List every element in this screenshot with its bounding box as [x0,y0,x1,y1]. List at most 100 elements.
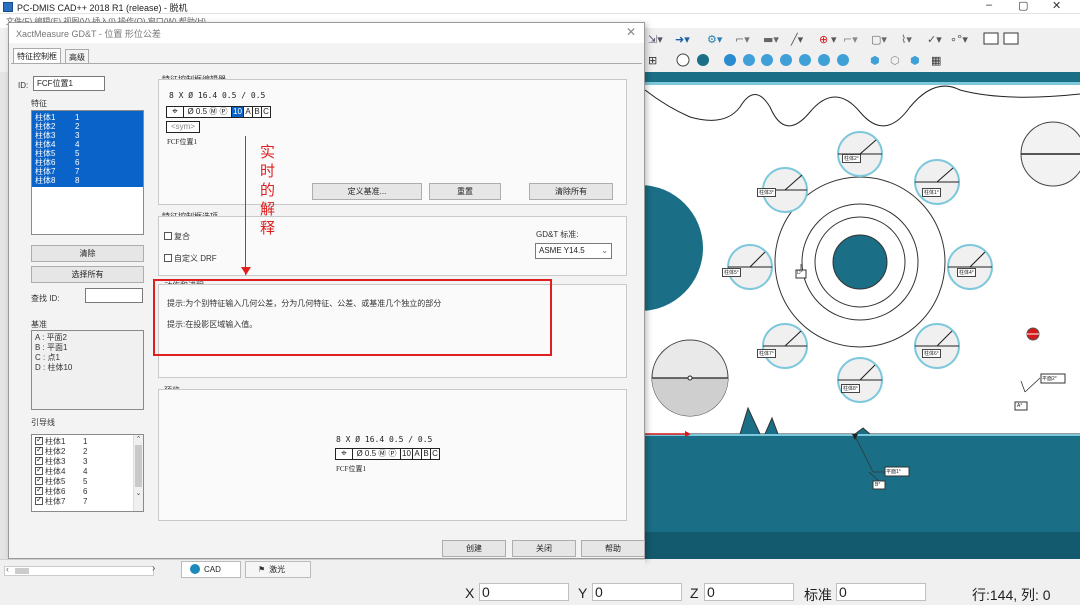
leader-list[interactable]: 柱体1 1 柱体2 2 柱体3 3 柱体4 4 柱体5 5 柱体6 6 柱体7 7 ⌃ ⌄ [31,434,144,512]
datum-tag-b[interactable]: B° [875,482,880,488]
datum-tag-d[interactable]: D° [797,270,803,276]
hole-tag[interactable]: 柱体6° [922,349,941,358]
feature-list-item[interactable]: 柱体1 1 [32,113,143,122]
fcf-datum-c[interactable]: C [261,106,271,118]
feature-list-item[interactable]: 柱体5 5 [32,149,143,158]
hole-tag[interactable]: 柱体5° [722,268,741,277]
datum-tag-a[interactable]: A° [1017,403,1022,409]
leader-number: 2 [83,447,88,456]
leader-number: 1 [83,437,88,446]
create-button[interactable]: 创建 [442,540,506,557]
leader-name: 柱体4 [45,467,66,476]
datum-list[interactable]: A : 平面2 B : 平面1 C : 点1 D : 柱体10 [31,330,144,410]
svg-text:⊞: ⊞ [648,54,657,67]
gdt-standard-label: GD&T 标准: [536,230,579,239]
checkbox-icon[interactable] [35,455,43,465]
feature-list-item[interactable]: 柱体4 4 [32,140,143,149]
hole-tag[interactable]: 柱体1° [922,188,941,197]
feature-list-item[interactable]: 柱体8 8 [32,176,143,185]
close-button[interactable]: ✕ [1052,0,1061,12]
plane-tag[interactable]: 平面2° [1042,375,1057,382]
help-button[interactable]: 帮助 [581,540,645,557]
checkbox-icon[interactable] [35,435,43,445]
plane-tag[interactable]: 平面1° [886,468,901,475]
feature-list-item[interactable]: 柱体6 6 [32,158,143,167]
close-dialog-button[interactable]: 关闭 [512,540,576,557]
title-bar: PC-DMIS CAD++ 2018 R1 (release) - 脱机 – ▢… [0,0,1080,14]
features-label: 特征 [31,99,47,108]
define-datum-button[interactable]: 定义基准... [312,183,422,200]
id-label: ID: [18,81,29,90]
position-symbol-icon[interactable]: ⌖ [166,106,184,118]
horizontal-scrollbar[interactable]: ‹ [4,564,154,576]
toolbar-icons[interactable]: ⇲▾ ➜▾ ⚙▾ ⌐▾ ▬▾ ╱▾ ⊕ ▾ ⌐▾ ▢▾ ⌇▾ ✓▾ ∘°▾ ⊞ [645,28,1080,72]
feature-list-item[interactable]: 柱体7 7 [32,167,143,176]
sym-placeholder[interactable]: <sym> [166,121,200,133]
find-id-label: 查找 ID: [31,294,60,303]
svg-text:⌐▾: ⌐▾ [735,33,750,46]
clear-all-button[interactable]: 清除所有 [529,183,613,200]
svg-text:▦: ▦ [931,54,941,67]
custom-drf-checkbox[interactable]: 自定义 DRF [164,253,217,264]
datum-list-item[interactable]: B : 平面1 [35,343,140,353]
fcf-header[interactable]: 8 X Ø 16.4 0.5 / 0.5 [169,91,265,100]
checkbox-icon[interactable] [35,475,43,485]
find-id-input[interactable] [85,288,143,303]
leader-list-item[interactable]: 柱体4 4 [35,465,140,477]
svg-text:∘°▾: ∘°▾ [950,33,968,46]
leader-list-item[interactable]: 柱体3 3 [35,455,140,467]
feature-name: 柱体1 [35,113,56,122]
x-label: X [465,585,475,601]
hole-tag[interactable]: 柱体4° [957,268,976,277]
hole-tag[interactable]: 柱体3° [757,188,776,197]
feature-number: 4 [75,140,80,149]
leader-list-item[interactable]: 柱体5 5 [35,475,140,487]
leader-list-item[interactable]: 柱体6 6 [35,485,140,497]
bottom-tab-bar: ‹ › CAD ⚑ 激光 [0,559,645,578]
cad-view[interactable]: 柱体2° 柱体3° 柱体1° 柱体5° 柱体4° 柱体7° 柱体6° 柱体8° … [645,72,1080,559]
leader-number: 6 [83,487,88,496]
gdt-standard-select[interactable]: ASME Y14.5 ⌄ [535,243,612,259]
leader-list-item[interactable]: 柱体2 2 [35,445,140,457]
checkbox-icon[interactable] [35,495,43,505]
z-field: 0 [704,583,794,601]
clear-button[interactable]: 清除 [31,245,144,262]
feature-list-item[interactable]: 柱体2 2 [32,122,143,131]
id-input[interactable]: FCF位置1 [33,76,105,91]
fcf-tolerance[interactable]: Ø 0.5 Ⓜ Ⓟ [183,106,232,118]
position-symbol-icon: ⊕ [819,33,828,46]
select-all-button[interactable]: 选择所有 [31,266,144,283]
datum-list-item[interactable]: D : 柱体10 [35,363,140,373]
leader-name: 柱体5 [45,477,66,486]
svg-text:⬢: ⬢ [910,54,920,67]
checkbox-icon[interactable] [35,465,43,475]
xactmeasure-dialog: XactMeasure GD&T - 位置 形位公差 ✕ 特征控制框 高级 ID… [8,22,645,559]
maximize-button[interactable]: ▢ [1018,0,1028,12]
leader-number: 7 [83,497,88,506]
checkbox-icon[interactable] [35,445,43,455]
dialog-close-icon[interactable]: ✕ [626,25,636,39]
hole-tag[interactable]: 柱体8° [841,384,860,393]
leader-scrollbar[interactable]: ⌃ ⌄ [133,435,143,511]
app-icon [3,2,13,12]
reset-button[interactable]: 重置 [429,183,501,200]
leader-list-item[interactable]: 柱体7 7 [35,495,140,507]
standard-label: 标准 [804,587,832,603]
datum-list-item[interactable]: A : 平面2 [35,333,140,343]
feature-list-item[interactable]: 柱体3 3 [32,131,143,140]
hole-tag[interactable]: 柱体7° [757,349,776,358]
tab-cad[interactable]: CAD [181,561,241,578]
preview-tolerance: Ø 0.5 Ⓜ Ⓟ [352,448,401,460]
minimize-button[interactable]: – [986,0,992,11]
preview-header: 8 X Ø 16.4 0.5 / 0.5 [336,435,433,444]
tab-fcf[interactable]: 特征控制框 [13,48,61,63]
tab-laser[interactable]: ⚑ 激光 [245,561,311,578]
hole-tag[interactable]: 柱体2° [842,154,861,163]
checkbox-icon[interactable] [35,485,43,495]
leader-list-item[interactable]: 柱体1 1 [35,435,140,447]
tab-advanced[interactable]: 高级 [65,49,89,63]
chevron-right-icon[interactable]: › [152,563,155,574]
composite-checkbox[interactable]: 复合 [164,231,190,242]
datum-list-item[interactable]: C : 点1 [35,353,140,363]
features-list[interactable]: 柱体1 1 柱体2 2 柱体3 3 柱体4 4 柱体5 5 柱体6 6 柱体7 7 柱体8 8 [31,110,144,235]
